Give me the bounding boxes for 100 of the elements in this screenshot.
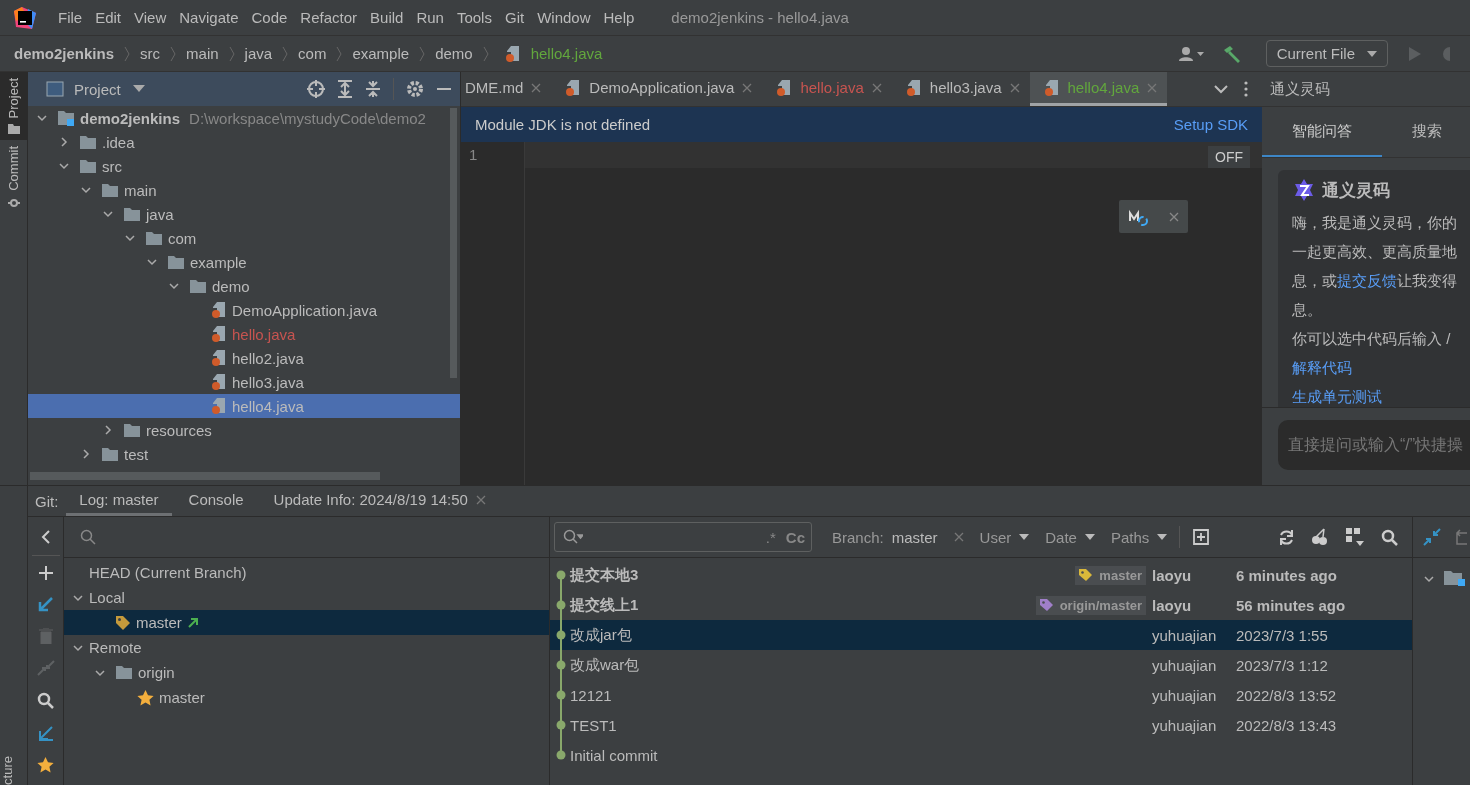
breadcrumb-item[interactable]: java (244, 45, 273, 62)
chevron-icon[interactable] (102, 208, 114, 220)
scrollbar[interactable] (30, 472, 380, 480)
close-icon[interactable] (1009, 82, 1020, 93)
collapse-icon[interactable] (1423, 528, 1441, 546)
scrollbar[interactable] (450, 108, 457, 378)
breadcrumb-item[interactable]: demo (435, 45, 473, 62)
close-icon[interactable] (1168, 211, 1179, 222)
chevron-icon[interactable] (36, 112, 48, 124)
star-icon[interactable] (37, 757, 54, 773)
side-tab[interactable]: Commit (0, 140, 27, 216)
search-icon[interactable] (1381, 528, 1398, 546)
branch-filter[interactable]: Branch: master (828, 528, 942, 546)
tree-row[interactable]: DemoApplication.java (28, 298, 460, 322)
menu-item[interactable]: Help (603, 9, 635, 26)
menu-item[interactable]: Edit (95, 9, 122, 26)
commit-row[interactable]: 12121 yuhuajian 2022/8/3 13:52 (550, 680, 1412, 710)
menu-item[interactable]: Navigate (179, 9, 239, 26)
commit-row[interactable]: 提交本地3 master laoyu 6 minutes ago (550, 560, 1412, 590)
close-icon[interactable] (742, 82, 753, 93)
tree-row[interactable]: hello3.java (28, 370, 460, 394)
commit-row[interactable]: TEST1 yuhuajian 2022/8/3 13:43 (550, 710, 1412, 740)
arrow-icon[interactable] (37, 725, 54, 741)
chevron-icon[interactable] (168, 280, 180, 292)
run-config-dropdown[interactable]: Current File (1265, 40, 1388, 67)
search-icon[interactable] (37, 692, 54, 709)
back-icon[interactable] (39, 529, 52, 545)
chevron-icon[interactable] (58, 160, 70, 172)
tree-row[interactable]: Local (64, 585, 549, 610)
close-icon[interactable] (531, 82, 542, 93)
undo-icon[interactable] (1453, 529, 1467, 545)
arrow-icon[interactable] (37, 596, 54, 612)
cherry-icon[interactable] (1311, 528, 1329, 546)
tree-row[interactable]: master (64, 610, 549, 635)
breadcrumb-item[interactable]: example (352, 45, 410, 62)
close-icon[interactable] (475, 494, 486, 505)
breadcrumb-item[interactable]: demo2jenkins (14, 45, 115, 62)
assistant-tab[interactable]: 智能问答 (1262, 107, 1382, 157)
case-toggle[interactable]: Cc (785, 528, 805, 546)
chevron-icon[interactable] (80, 184, 92, 196)
tree-row[interactable]: master (64, 685, 549, 710)
close-icon[interactable] (953, 532, 964, 542)
chevron-icon[interactable] (58, 136, 70, 148)
tree-row[interactable]: test (28, 442, 460, 466)
menu-item[interactable]: View (134, 9, 167, 26)
breadcrumb-item[interactable]: main (186, 45, 219, 62)
expand-all-icon[interactable] (337, 80, 353, 98)
target-icon[interactable] (307, 80, 325, 98)
chevron-down-icon[interactable] (1214, 84, 1228, 94)
collapse-all-icon[interactable] (365, 80, 381, 98)
menu-item[interactable]: Code (251, 9, 288, 26)
tree-row[interactable]: Remote (64, 635, 549, 660)
tree-row[interactable]: origin (64, 660, 549, 685)
tree-row[interactable]: HEAD (Current Branch) (64, 560, 549, 585)
feedback-link[interactable]: 提交反馈 (1337, 272, 1397, 289)
action-link[interactable]: 生成单元测试 (1292, 382, 1470, 407)
chevron-icon[interactable] (146, 256, 158, 268)
settings-icon[interactable] (406, 80, 424, 98)
tool-tab[interactable]: Update Info: 2024/8/19 14:50 (260, 486, 499, 516)
editor-tab[interactable]: hello3.java (891, 72, 1030, 106)
tree-row[interactable]: com (28, 226, 460, 250)
menu-item[interactable]: Git (504, 9, 525, 26)
editor-tab[interactable]: DME.md (461, 72, 552, 106)
app-logo-icon[interactable] (14, 6, 36, 29)
tree-row[interactable]: hello2.java (28, 346, 460, 370)
tree-row[interactable]: java (28, 202, 460, 226)
breadcrumb-item[interactable]: com (298, 45, 327, 62)
user-icon[interactable] (1177, 45, 1206, 62)
side-tab[interactable]: Project (0, 72, 27, 141)
editor-tab[interactable]: DemoApplication.java (551, 72, 763, 106)
action-link[interactable]: 解释代码 (1292, 353, 1470, 382)
filter-dropdown[interactable]: Paths (1106, 528, 1172, 546)
grid-icon[interactable] (1345, 527, 1365, 547)
tool-tab[interactable]: Console (175, 486, 257, 516)
menu-item[interactable]: Window (537, 9, 591, 26)
question-field[interactable]: 直接提问或输入“/”快捷操 (1278, 420, 1470, 470)
chevron-icon[interactable] (102, 424, 114, 436)
filter-dropdown[interactable]: User (975, 528, 1034, 546)
breadcrumb-item[interactable]: src (140, 45, 161, 62)
tool-tab[interactable]: Log: master (66, 486, 172, 516)
panel-title[interactable]: Project (74, 80, 121, 98)
side-tab[interactable]: cture (0, 756, 27, 785)
menu-item[interactable]: Refactor (300, 9, 358, 26)
menu-item[interactable]: Run (416, 9, 444, 26)
menu-item[interactable]: Tools (456, 9, 492, 26)
commit-row[interactable]: 改成war包 yuhuajian 2023/7/3 1:12 (550, 650, 1412, 680)
tree-row[interactable]: demo2jenkins D:\workspace\mystudyCode\demo2 (28, 106, 460, 130)
more-icon[interactable] (1244, 81, 1248, 97)
tree-row[interactable]: example (28, 250, 460, 274)
chevron-icon[interactable] (124, 232, 136, 244)
status-badge[interactable]: OFF (1208, 146, 1250, 168)
tree-row[interactable]: resources (28, 418, 460, 442)
tree-row[interactable]: .idea (28, 130, 460, 154)
commit-row[interactable]: Initial commit (550, 740, 1412, 770)
regex-toggle[interactable]: .* (765, 528, 776, 546)
chevron-icon[interactable] (80, 448, 92, 460)
menu-item[interactable]: File (58, 9, 83, 26)
commit-row[interactable]: 提交线上1 origin/master laoyu 56 minutes ago (550, 590, 1412, 620)
chevron-icon[interactable] (1423, 573, 1435, 585)
tree-row[interactable]: main (28, 178, 460, 202)
